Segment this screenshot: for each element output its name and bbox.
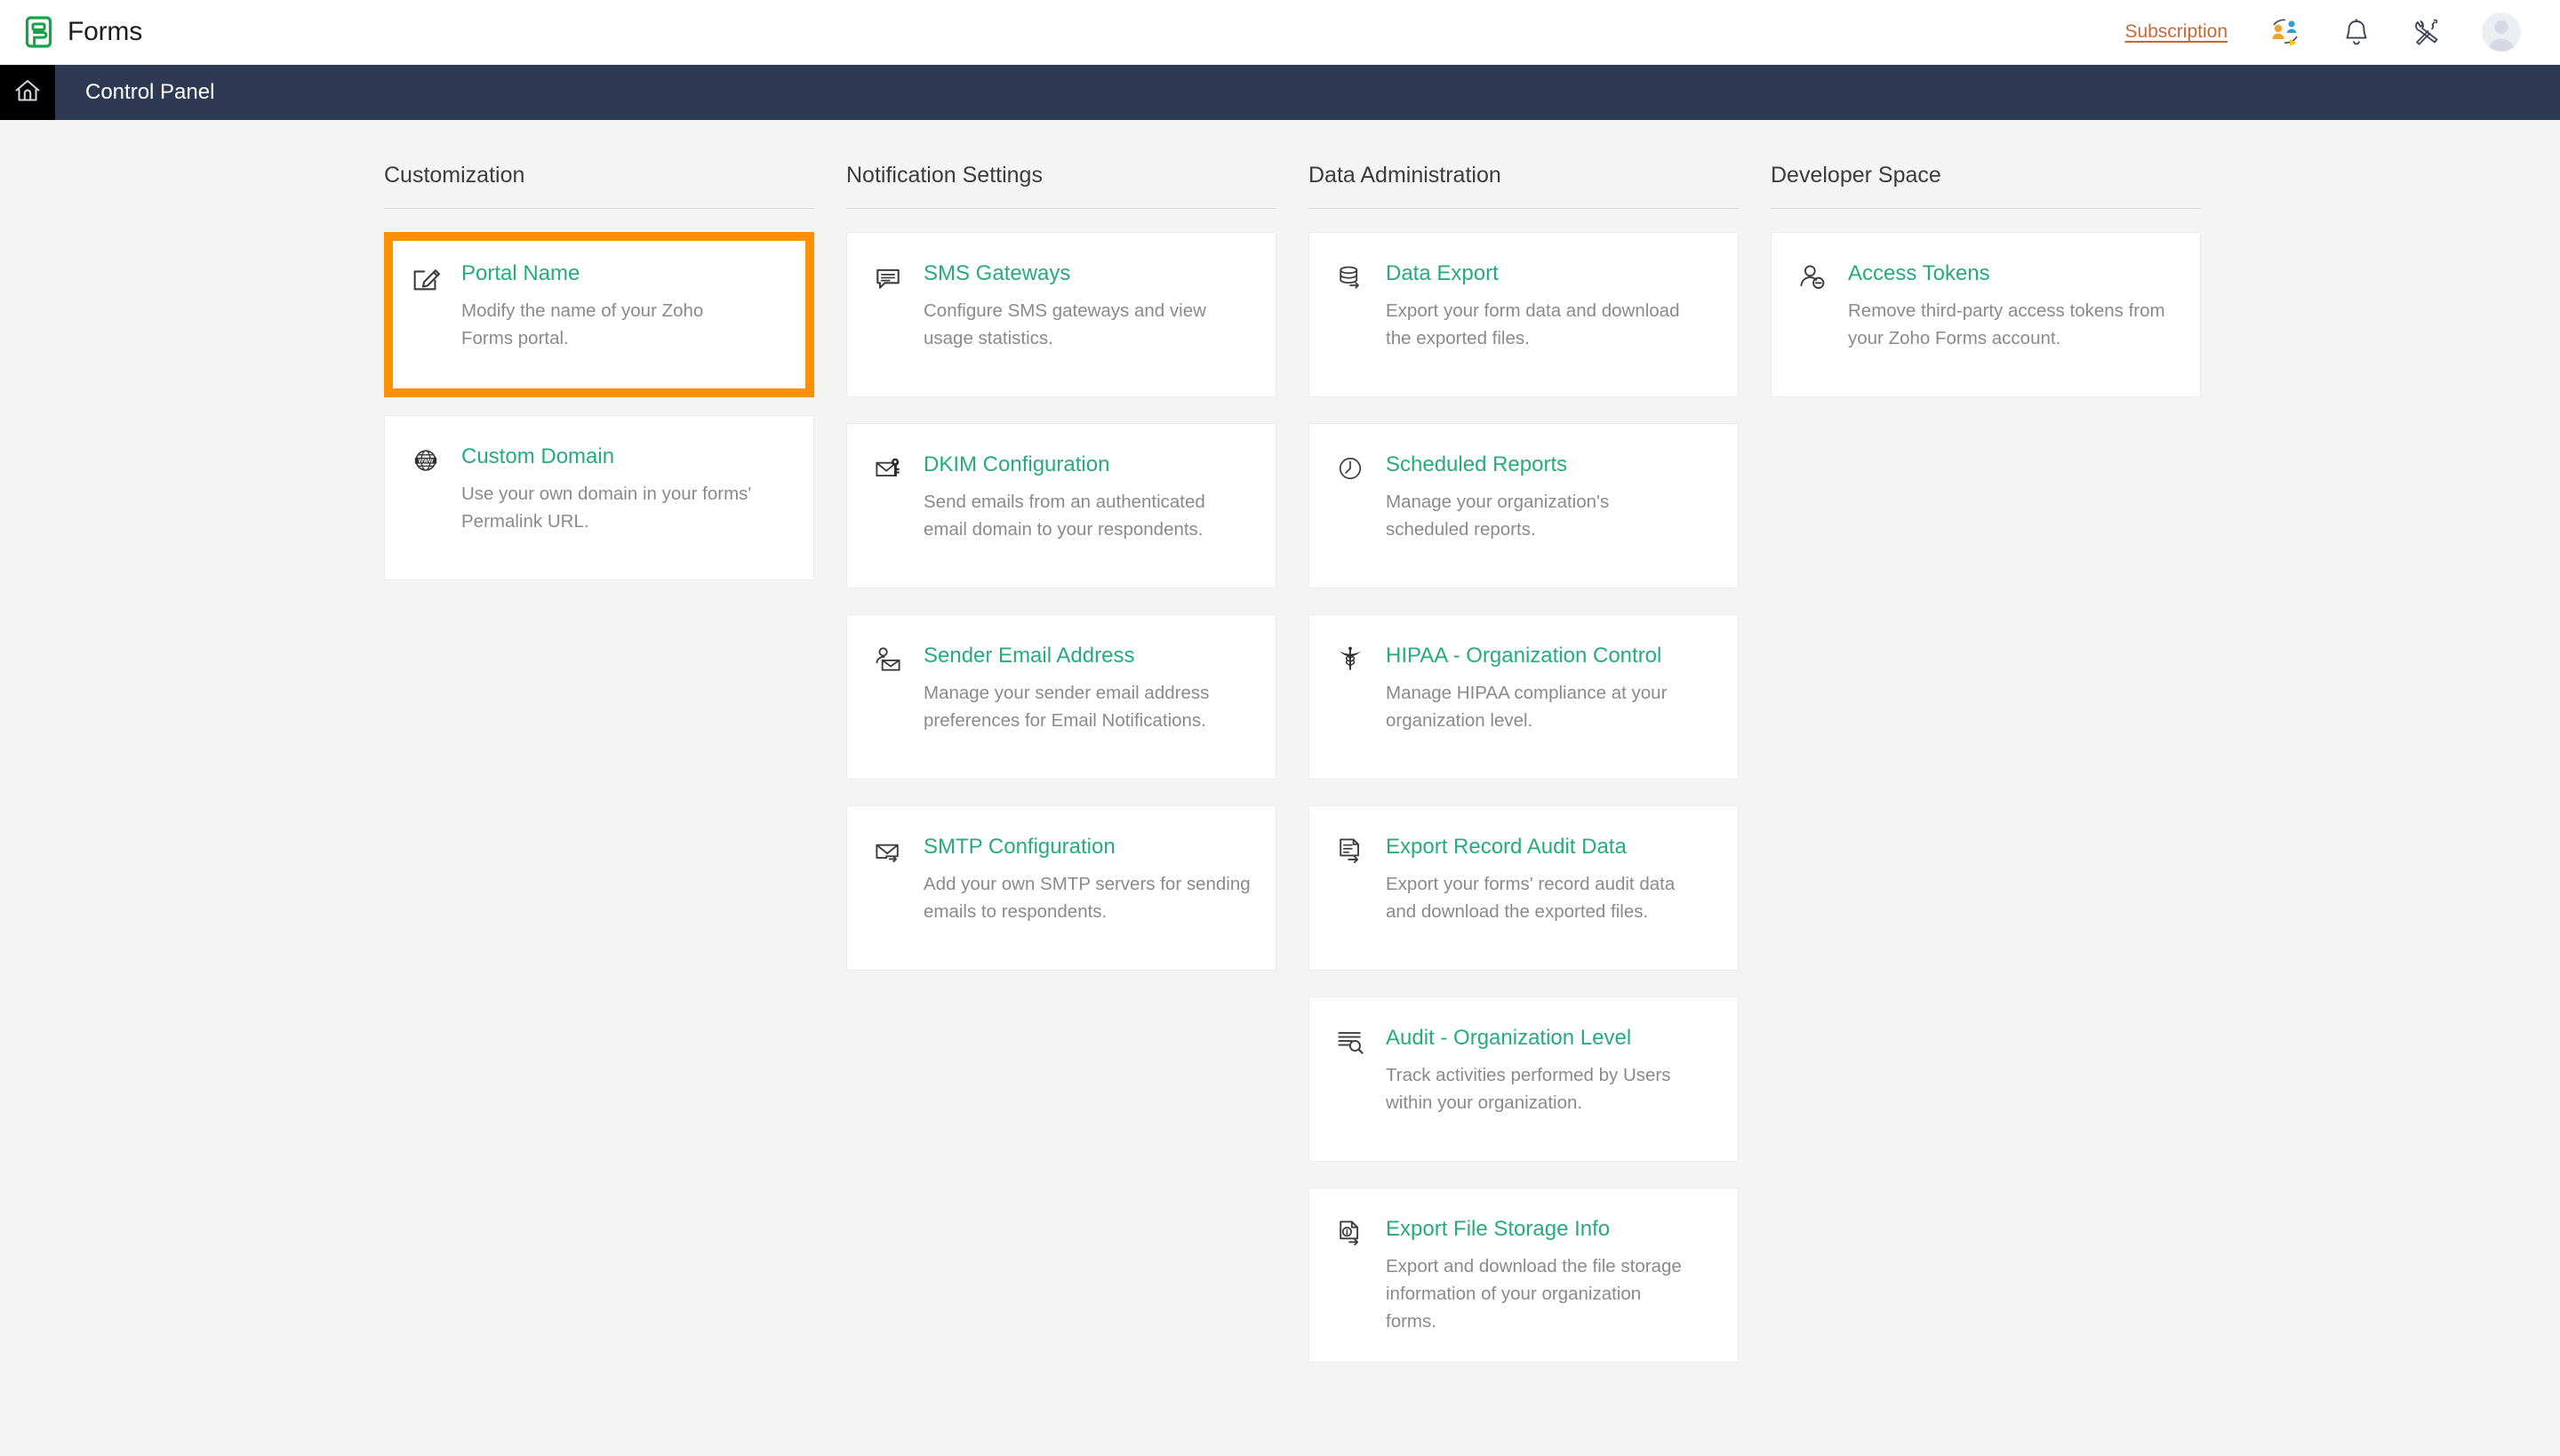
- control-panel-grid: Customization Portal Name Modify the nam…: [0, 120, 2560, 1388]
- column-data-administration: Data Administration Data Export Export y…: [1308, 163, 1771, 1388]
- column-developer-space: Developer Space Access Tokens Remove thi…: [1771, 163, 2233, 1388]
- card-data-export[interactable]: Data Export Export your form data and do…: [1308, 232, 1739, 397]
- sms-message-icon: [870, 260, 906, 295]
- card-export-record-audit-data[interactable]: Export Record Audit Data Export your for…: [1308, 805, 1739, 971]
- card-description: Manage your sender email address prefere…: [924, 679, 1251, 734]
- database-export-icon: [1332, 260, 1368, 295]
- clock-icon: [1332, 451, 1368, 486]
- card-audit-organization-level[interactable]: Audit - Organization Level Track activit…: [1308, 996, 1739, 1162]
- column-heading: Developer Space: [1771, 163, 2201, 208]
- card-description: Remove third-party access tokens from yo…: [1848, 297, 2175, 352]
- card-title: SMS Gateways: [924, 260, 1251, 287]
- card-title: Export Record Audit Data: [1386, 834, 1688, 860]
- column-customization: Customization Portal Name Modify the nam…: [384, 163, 846, 1388]
- column-heading: Customization: [384, 163, 814, 208]
- card-title: Custom Domain: [461, 444, 788, 470]
- user-envelope-icon: [870, 642, 906, 677]
- header-actions: Subscription: [2124, 12, 2521, 52]
- file-info-export-icon: [1332, 1215, 1368, 1251]
- card-export-file-storage-info[interactable]: Export File Storage Info Export and down…: [1308, 1188, 1739, 1363]
- navbar: Control Panel: [0, 65, 2560, 120]
- card-smtp-configuration[interactable]: SMTP Configuration Add your own SMTP ser…: [846, 805, 1276, 971]
- card-scheduled-reports[interactable]: Scheduled Reports Manage your organizati…: [1308, 423, 1739, 588]
- column-heading: Data Administration: [1308, 163, 1739, 208]
- brand-name: Forms: [68, 17, 142, 47]
- user-switch-icon[interactable]: [2268, 17, 2302, 47]
- card-title: Data Export: [1386, 260, 1688, 287]
- card-title: Sender Email Address: [924, 643, 1251, 669]
- caduceus-icon: [1332, 642, 1368, 677]
- card-description: Export your form data and download the e…: [1386, 297, 1688, 352]
- card-title: Portal Name: [461, 260, 755, 287]
- card-title: Scheduled Reports: [1386, 452, 1688, 478]
- subscription-link[interactable]: Subscription: [2124, 21, 2228, 43]
- card-description: Export and download the file storage inf…: [1386, 1252, 1688, 1335]
- envelope-key-icon: [870, 451, 906, 486]
- card-description: Add your own SMTP servers for sending em…: [924, 870, 1251, 925]
- card-description: Track activities performed by Users with…: [1386, 1061, 1688, 1116]
- card-title: Access Tokens: [1848, 260, 2175, 287]
- globe-www-icon: WWW: [408, 443, 444, 478]
- column-notification-settings: Notification Settings SMS Gateways Confi…: [846, 163, 1308, 1388]
- card-hipaa-organization-control[interactable]: HIPAA - Organization Control Manage HIPA…: [1308, 614, 1739, 780]
- card-description: Send emails from an authenticated email …: [924, 488, 1251, 543]
- user-minus-icon: [1795, 260, 1830, 295]
- home-button[interactable]: [0, 65, 55, 120]
- envelope-arrow-icon: [870, 833, 906, 868]
- column-divider: [846, 208, 1276, 209]
- card-description: Configure SMS gateways and view usage st…: [924, 297, 1251, 352]
- card-description: Export your forms' record audit data and…: [1386, 870, 1688, 925]
- notification-bell-icon[interactable]: [2343, 18, 2370, 46]
- list-search-icon: [1332, 1024, 1368, 1060]
- avatar[interactable]: [2482, 12, 2521, 52]
- card-description: Manage your organization's scheduled rep…: [1386, 488, 1688, 543]
- top-header: Forms Subscription: [0, 0, 2560, 65]
- column-divider: [1308, 208, 1739, 209]
- card-access-tokens[interactable]: Access Tokens Remove third-party access …: [1771, 232, 2201, 397]
- card-description: Manage HIPAA compliance at your organiza…: [1386, 679, 1688, 734]
- column-divider: [384, 208, 814, 209]
- column-heading: Notification Settings: [846, 163, 1276, 208]
- brand[interactable]: Forms: [25, 16, 142, 48]
- card-description: Use your own domain in your forms' Perma…: [461, 480, 788, 535]
- card-dkim-configuration[interactable]: DKIM Configuration Send emails from an a…: [846, 423, 1276, 588]
- card-sender-email-address[interactable]: Sender Email Address Manage your sender …: [846, 614, 1276, 780]
- card-title: SMTP Configuration: [924, 834, 1251, 860]
- card-description: Modify the name of your Zoho Forms porta…: [461, 297, 755, 352]
- card-custom-domain[interactable]: WWW Custom Domain Use your own domain in…: [384, 415, 814, 580]
- card-title: Export File Storage Info: [1386, 1216, 1688, 1243]
- card-title: HIPAA - Organization Control: [1386, 643, 1688, 669]
- home-icon: [13, 77, 42, 108]
- card-title: Audit - Organization Level: [1386, 1025, 1688, 1052]
- edit-pencil-icon: [408, 260, 444, 295]
- tools-icon[interactable]: [2411, 18, 2441, 46]
- document-export-icon: [1332, 833, 1368, 868]
- svg-text:WWW: WWW: [419, 459, 434, 464]
- card-portal-name[interactable]: Portal Name Modify the name of your Zoho…: [384, 232, 814, 397]
- page-title: Control Panel: [55, 65, 214, 120]
- zoho-forms-logo-icon: [25, 16, 55, 48]
- column-divider: [1771, 208, 2201, 209]
- card-sms-gateways[interactable]: SMS Gateways Configure SMS gateways and …: [846, 232, 1276, 397]
- card-title: DKIM Configuration: [924, 452, 1251, 478]
